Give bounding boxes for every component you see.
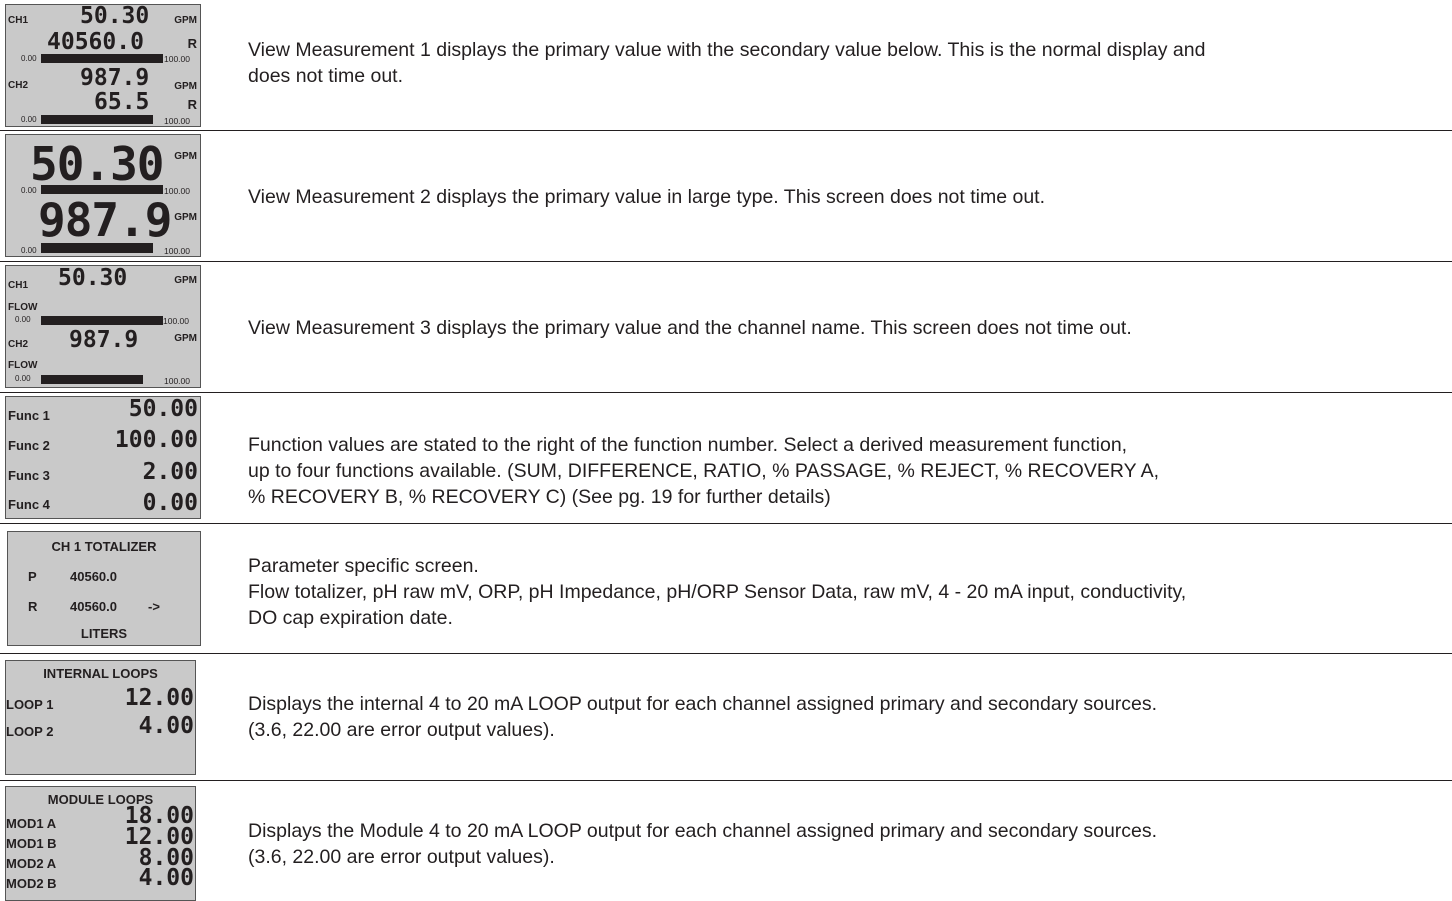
ch2-label: CH2 bbox=[8, 339, 29, 350]
loop-1-value: 12.00 bbox=[124, 685, 194, 711]
r-value: 40560.0 bbox=[70, 599, 117, 614]
view-measurement-2-description: View Measurement 2 displays the primary … bbox=[248, 186, 1046, 208]
totalizer-screen: CH 1 TOTALIZER P 40560.0 R 40560.0 -> LI… bbox=[7, 531, 201, 646]
mod1-b-label: MOD1 B bbox=[6, 836, 57, 851]
function-values-description: Function values are stated to the right … bbox=[248, 434, 1160, 508]
ch2-unit: GPM bbox=[174, 81, 197, 92]
mod2-b-value: 4.00 bbox=[138, 865, 194, 891]
primary-unit: GPM bbox=[174, 151, 197, 162]
bar1-min: 0.00 bbox=[15, 315, 31, 324]
arrow-indicator: -> bbox=[148, 599, 160, 614]
mod2-b-label: MOD2 B bbox=[6, 876, 57, 891]
row-divider bbox=[0, 523, 1452, 524]
loop-1-label: LOOP 1 bbox=[6, 697, 54, 712]
row-divider bbox=[0, 130, 1452, 131]
bar2-min: 0.00 bbox=[15, 374, 31, 383]
ch2-secondary-unit: R bbox=[187, 97, 197, 112]
func-3-label: Func 3 bbox=[8, 468, 50, 483]
bar2-min: 0.00 bbox=[21, 246, 37, 255]
row-divider bbox=[0, 392, 1452, 393]
ch2-unit: GPM bbox=[174, 333, 197, 344]
internal-loops-description: Displays the internal 4 to 20 mA LOOP ou… bbox=[248, 693, 1158, 741]
ch1-level-bar bbox=[41, 54, 163, 63]
bar2-max: 100.00 bbox=[164, 116, 190, 126]
ch1-unit: GPM bbox=[174, 275, 197, 286]
bar1-max: 100.00 bbox=[164, 54, 190, 64]
bar1-max: 100.00 bbox=[163, 316, 189, 326]
internal-loops-screen: INTERNAL LOOPS LOOP 1 12.00 LOOP 2 4.00 bbox=[5, 660, 196, 775]
primary-value-large: 50.30 bbox=[30, 137, 164, 191]
totalizer-description: Parameter specific screen. Flow totalize… bbox=[248, 555, 1187, 629]
func-1-label: Func 1 bbox=[8, 408, 50, 423]
view-measurement-2-screen: 50.30 GPM 0.00 100.00 987.9 GPM 0.00 100… bbox=[5, 134, 201, 257]
ch2-label: CH2 bbox=[8, 80, 29, 91]
func-1-value: 50.00 bbox=[128, 396, 198, 422]
row-divider bbox=[0, 261, 1452, 262]
view-measurement-1-description: View Measurement 1 displays the primary … bbox=[248, 39, 1206, 87]
ch2-channel-name: FLOW bbox=[8, 360, 38, 371]
loop-2-label: LOOP 2 bbox=[6, 724, 54, 739]
view-measurement-1-screen: CH1 50.30 GPM 40560.0 R 0.00 100.00 CH2 … bbox=[5, 4, 201, 127]
func-2-label: Func 2 bbox=[8, 438, 50, 453]
ch1-secondary-value: 40560.0 bbox=[47, 29, 144, 55]
view-measurement-3-screen: CH1 50.30 GPM FLOW 0.00 100.00 CH2 987.9… bbox=[5, 265, 201, 388]
func-4-label: Func 4 bbox=[8, 497, 50, 512]
totalizer-units: LITERS bbox=[80, 626, 128, 641]
ch2-level-bar bbox=[41, 115, 153, 124]
bar1-min: 0.00 bbox=[21, 54, 37, 63]
p-label: P bbox=[28, 569, 37, 584]
ch2-primary-value: 987.9 bbox=[80, 65, 150, 91]
loop-2-value: 4.00 bbox=[138, 713, 194, 739]
function-values-screen: Func 1 50.00 Func 2 100.00 Func 3 2.00 F… bbox=[5, 396, 201, 519]
mod1-a-label: MOD1 A bbox=[6, 816, 57, 831]
secondary-level-bar bbox=[41, 243, 153, 253]
func-2-value: 100.00 bbox=[114, 427, 198, 453]
ch1-level-bar bbox=[41, 316, 163, 325]
ch1-label: CH1 bbox=[8, 15, 29, 26]
ch1-value: 50.30 bbox=[58, 265, 128, 291]
bar2-max: 100.00 bbox=[164, 376, 190, 386]
module-loops-screen: MODULE LOOPS MOD1 A 18.00 MOD1 B 12.00 M… bbox=[5, 786, 196, 901]
view-measurement-3-description: View Measurement 3 displays the primary … bbox=[248, 317, 1132, 339]
p-value: 40560.0 bbox=[70, 569, 117, 584]
ch1-channel-name: FLOW bbox=[8, 302, 38, 313]
func-3-value: 2.00 bbox=[142, 459, 198, 485]
ch2-level-bar bbox=[41, 375, 143, 384]
row-divider bbox=[0, 780, 1452, 781]
ch1-label: CH1 bbox=[8, 280, 29, 291]
bar2-max: 100.00 bbox=[164, 246, 190, 256]
r-label: R bbox=[28, 599, 38, 614]
row-divider bbox=[0, 653, 1452, 654]
ch2-value: 987.9 bbox=[69, 327, 139, 353]
bar2-min: 0.00 bbox=[21, 115, 37, 124]
secondary-unit: GPM bbox=[174, 212, 197, 223]
ch1-unit: GPM bbox=[174, 15, 197, 26]
secondary-value-large: 987.9 bbox=[38, 193, 172, 247]
ch2-secondary-value: 65.5 bbox=[94, 89, 150, 115]
totalizer-title: CH 1 TOTALIZER bbox=[51, 539, 157, 554]
bar1-min: 0.00 bbox=[21, 186, 37, 195]
module-loops-description: Displays the Module 4 to 20 mA LOOP outp… bbox=[248, 820, 1158, 868]
ch1-secondary-unit: R bbox=[187, 36, 197, 51]
func-4-value: 0.00 bbox=[142, 490, 198, 516]
ch1-primary-value: 50.30 bbox=[80, 4, 150, 29]
mod2-a-label: MOD2 A bbox=[6, 856, 57, 871]
internal-loops-title: INTERNAL LOOPS bbox=[43, 666, 158, 681]
